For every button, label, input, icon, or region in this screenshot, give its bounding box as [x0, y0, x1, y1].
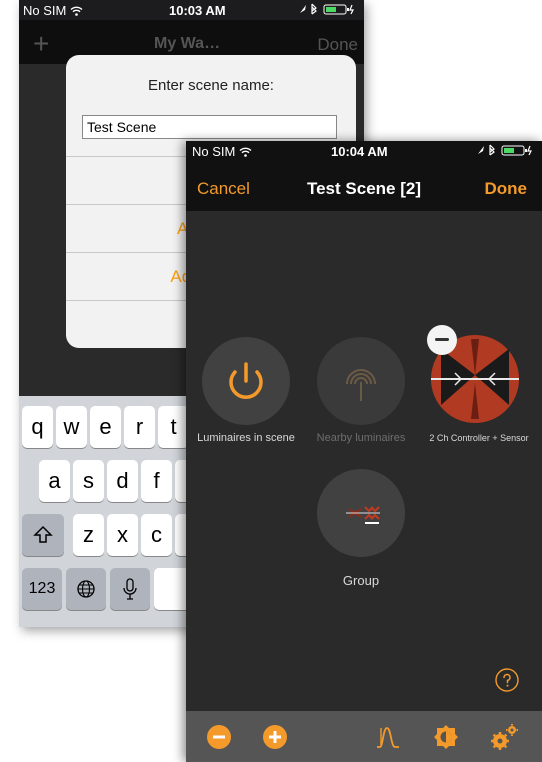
status-time: 10:03 AM [169, 3, 226, 18]
controller-sensor-label: 2 Ch Controller + Sensor [429, 433, 529, 443]
status-time: 10:04 AM [331, 144, 388, 159]
key-f[interactable]: f [141, 460, 172, 502]
nav-bar: Cancel Test Scene [2] Done [186, 161, 542, 211]
shift-key[interactable] [22, 514, 64, 556]
key-r[interactable]: r [124, 406, 155, 448]
key-w[interactable]: w [56, 406, 87, 448]
bottom-toolbar [186, 711, 542, 762]
key-c[interactable]: c [141, 514, 172, 556]
minus-icon[interactable] [207, 725, 231, 749]
nav-title: My Wa… [154, 35, 221, 52]
globe-key[interactable] [66, 568, 106, 610]
alert-title: Enter scene name: [148, 77, 274, 94]
numbers-key[interactable]: 123 [22, 568, 62, 610]
battery-icon [298, 3, 358, 18]
key-e[interactable]: e [90, 406, 121, 448]
done-button[interactable]: Done [485, 179, 528, 199]
key-d[interactable]: d [107, 460, 138, 502]
microphone-icon [123, 578, 137, 600]
dictation-key[interactable] [110, 568, 150, 610]
key-q[interactable]: q [22, 406, 53, 448]
key-a[interactable]: a [39, 460, 70, 502]
brightness-icon[interactable] [433, 724, 459, 750]
wifi-icon [239, 147, 252, 157]
curve-icon[interactable] [375, 724, 401, 750]
luminaires-in-scene-tile[interactable] [202, 337, 290, 425]
scene-editor-screen: No SIM 10:04 AM Cancel Test Scene [2] Do… [186, 141, 542, 762]
power-icon [229, 362, 263, 399]
help-icon[interactable] [495, 668, 519, 692]
key-z[interactable]: z [73, 514, 104, 556]
nearby-luminaires-label: Nearby luminaires [316, 432, 406, 444]
done-button[interactable]: Done [317, 35, 358, 55]
battery-icon [476, 144, 536, 159]
remove-icon[interactable] [427, 325, 457, 355]
carrier-label: No SIM [23, 3, 83, 18]
shift-icon [33, 525, 53, 543]
carrier-label: No SIM [192, 144, 252, 159]
group-tile[interactable] [317, 469, 405, 557]
group-label: Group [342, 573, 380, 588]
status-bar: No SIM 10:04 AM [186, 141, 542, 161]
group-icon [346, 506, 380, 524]
wifi-icon [70, 6, 83, 16]
key-t[interactable]: t [158, 406, 189, 448]
globe-icon [77, 580, 95, 598]
nearby-luminaires-tile[interactable] [317, 337, 405, 425]
key-s[interactable]: s [73, 460, 104, 502]
scene-name-input[interactable]: Test Scene [82, 115, 337, 139]
status-bar: No SIM 10:03 AM [19, 0, 364, 20]
plus-icon[interactable] [263, 725, 287, 749]
key-x[interactable]: x [107, 514, 138, 556]
luminaires-in-scene-label: Luminaires in scene [197, 432, 295, 444]
settings-icon[interactable] [489, 722, 519, 752]
broadcast-icon [346, 369, 376, 401]
add-icon[interactable]: + [33, 28, 49, 60]
